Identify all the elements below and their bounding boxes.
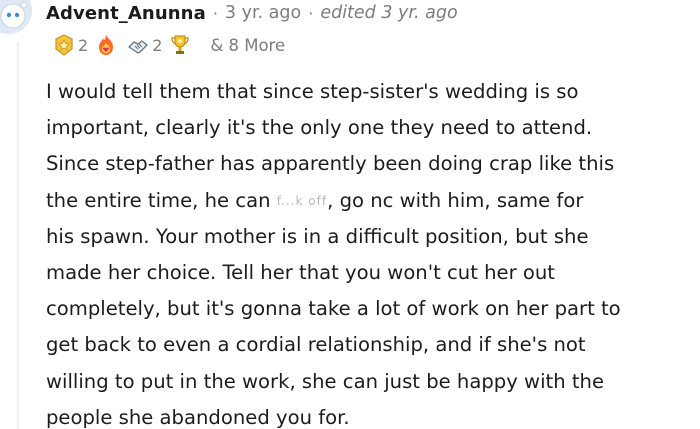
comment-line: Since step-father has apparently been do… — [46, 152, 615, 176]
award-count: 2 — [152, 35, 163, 55]
handshake-award-icon — [126, 33, 150, 57]
meta-separator: · — [212, 3, 218, 23]
award-fire-heart[interactable] — [94, 33, 124, 57]
gold-star-award-icon — [52, 33, 76, 57]
comment-header: Advent_Anunna · 3 yr. ago · edited 3 yr.… — [46, 0, 458, 26]
edited-label: edited 3 yr. ago — [320, 3, 458, 23]
thread-line[interactable] — [17, 42, 19, 429]
comment-line: important, clearly it's the only one the… — [46, 116, 593, 140]
comment-line: completely, but it's gonna take a lot of… — [46, 297, 621, 321]
comment-line: made her choice. Tell her that you won't… — [46, 261, 555, 285]
snoo-avatar-icon — [0, 0, 32, 34]
censored-word: f...k off — [276, 193, 328, 208]
more-awards-link[interactable]: & 8 More — [210, 36, 285, 55]
award-gold-star[interactable]: 2 — [52, 33, 92, 57]
awards-row[interactable]: 2 2 & 8 More — [52, 32, 285, 58]
comment-timestamp[interactable]: 3 yr. ago — [225, 3, 301, 23]
trophy-award-icon — [168, 33, 192, 57]
fire-heart-award-icon — [94, 33, 118, 57]
award-handshake[interactable]: 2 — [126, 33, 166, 57]
comment-line-text: , go nc with him, same for — [327, 188, 584, 212]
comment-line: willing to put in the work, she can just… — [46, 369, 605, 393]
comment-line: the entire time, he can f...k off, go nc… — [46, 183, 696, 219]
meta-separator: · — [308, 3, 314, 23]
comment-line: people she abandoned you for. — [46, 405, 350, 429]
award-trophy[interactable] — [168, 33, 198, 57]
comment-body: I would tell them that since step-sister… — [46, 74, 696, 429]
author-username[interactable]: Advent_Anunna — [46, 3, 206, 24]
comment-line: I would tell them that since step-sister… — [46, 80, 579, 103]
award-count: 2 — [78, 35, 89, 55]
user-avatar[interactable] — [0, 0, 32, 34]
comment-line: his spawn. Your mother is in a difficult… — [46, 224, 589, 248]
comment-line: get back to even a cordial relationship,… — [46, 333, 586, 357]
comment-line-text: the entire time, he can — [46, 188, 277, 212]
